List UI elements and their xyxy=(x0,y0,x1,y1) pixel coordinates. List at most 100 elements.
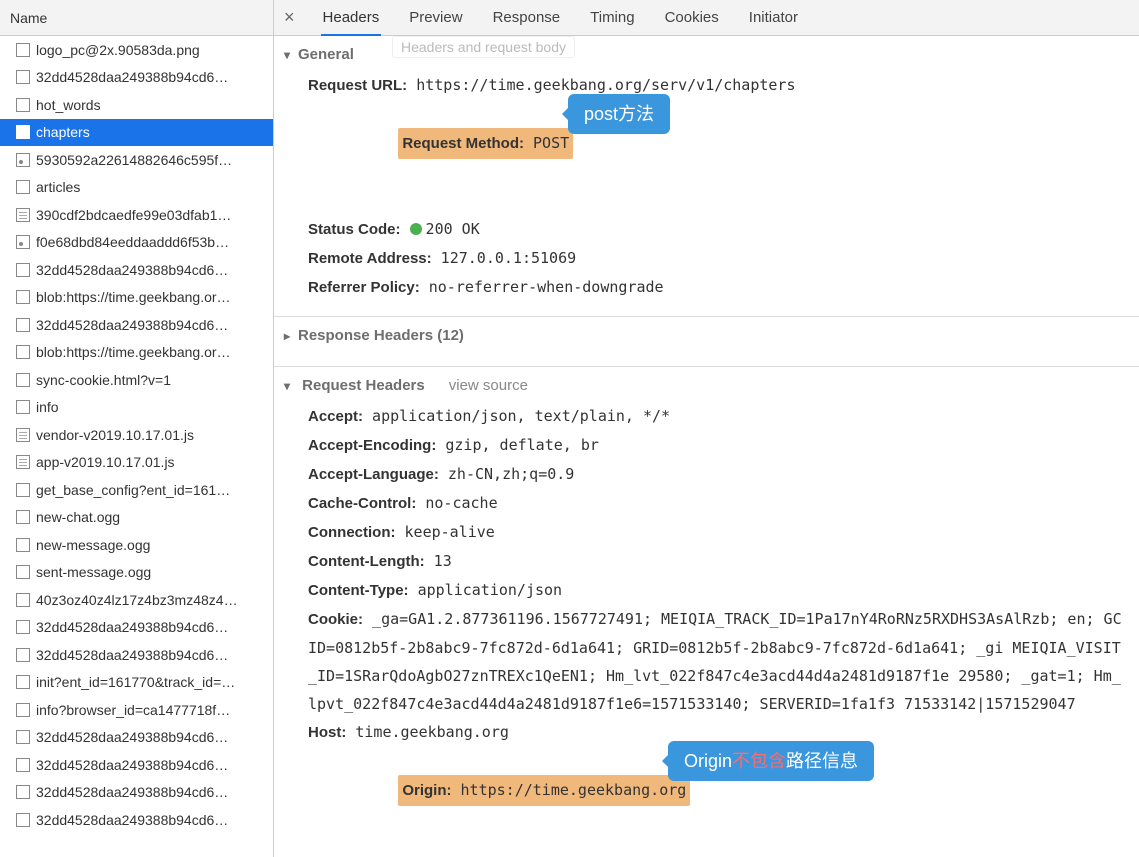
hdr-accept-encoding: Accept-Encoding: gzip, deflate, br xyxy=(308,431,1129,460)
request-row[interactable]: 40z3oz40z4lz17z4bz3mz48z4… xyxy=(0,586,273,614)
request-row[interactable]: blob:https://time.geekbang.or… xyxy=(0,339,273,367)
network-file-panel: Name logo_pc@2x.90583da.png 32dd4528daa24… xyxy=(0,0,274,857)
file-icon xyxy=(16,98,30,112)
response-headers-toggle[interactable]: Response Headers (12) xyxy=(284,327,1129,344)
file-icon xyxy=(16,538,30,552)
request-label: new-chat.ogg xyxy=(36,509,120,525)
remote-address: Remote Address: 127.0.0.1:51069 xyxy=(308,244,1129,273)
details-panel: × Headers Preview Response Timing Cookies Ini… xyxy=(274,0,1139,857)
request-row[interactable]: 32dd4528daa249388b94cd6… xyxy=(0,806,273,834)
request-row[interactable]: 390cdf2bdcaedfe99e03dfab1… xyxy=(0,201,273,229)
request-row[interactable]: new-chat.ogg xyxy=(0,504,273,532)
request-row[interactable]: app-v2019.10.17.01.js xyxy=(0,449,273,477)
request-row[interactable]: 32dd4528daa249388b94cd6… xyxy=(0,256,273,284)
request-row[interactable]: f0e68dbd84eeddaaddd6f53b… xyxy=(0,229,273,257)
callout-post: post方法 xyxy=(568,94,670,134)
request-label: blob:https://time.geekbang.or… xyxy=(36,289,231,305)
request-label: f0e68dbd84eeddaaddd6f53b… xyxy=(36,234,229,250)
name-column-header[interactable]: Name xyxy=(0,0,273,36)
hdr-content-type: Content-Type: application/json xyxy=(308,576,1129,605)
request-row[interactable]: 32dd4528daa249388b94cd6… xyxy=(0,779,273,807)
request-label: 32dd4528daa249388b94cd6… xyxy=(36,262,228,278)
referrer-policy: Referrer Policy: no-referrer-when-downgr… xyxy=(308,273,1129,302)
request-row[interactable]: get_base_config?ent_id=161… xyxy=(0,476,273,504)
request-label: 40z3oz40z4lz17z4bz3mz48z4… xyxy=(36,592,238,608)
request-label: blob:https://time.geekbang.or… xyxy=(36,344,231,360)
tab-timing[interactable]: Timing xyxy=(588,0,636,36)
headers-content[interactable]: General Request URL: https://time.geekba… xyxy=(274,36,1139,857)
file-icon xyxy=(16,125,30,139)
file-icon xyxy=(16,208,30,222)
request-label: 32dd4528daa249388b94cd6… xyxy=(36,69,228,85)
file-icon xyxy=(16,180,30,194)
request-row[interactable]: 32dd4528daa249388b94cd6… xyxy=(0,724,273,752)
request-headers-toggle[interactable]: Request Headersview source xyxy=(284,377,1129,394)
tab-headers[interactable]: Headers xyxy=(321,0,382,36)
tab-tooltip: Headers and request body xyxy=(392,36,575,58)
request-row[interactable]: sync-cookie.html?v=1 xyxy=(0,366,273,394)
file-icon xyxy=(16,675,30,689)
request-row[interactable]: info?browser_id=ca1477718f… xyxy=(0,696,273,724)
request-headers-section: Request Headersview source Accept: appli… xyxy=(274,367,1139,857)
request-label: app-v2019.10.17.01.js xyxy=(36,454,175,470)
tab-preview[interactable]: Preview xyxy=(407,0,464,36)
file-icon xyxy=(16,153,30,167)
tab-cookies[interactable]: Cookies xyxy=(663,0,721,36)
request-row[interactable]: 5930592a22614882646c595f… xyxy=(0,146,273,174)
request-label: 32dd4528daa249388b94cd6… xyxy=(36,812,228,828)
hdr-origin: Origin: https://time.geekbang.org Origin… xyxy=(308,747,1129,857)
request-label: 32dd4528daa249388b94cd6… xyxy=(36,757,228,773)
request-row[interactable]: init?ent_id=161770&track_id=… xyxy=(0,669,273,697)
file-icon xyxy=(16,648,30,662)
request-row[interactable]: logo_pc@2x.90583da.png xyxy=(0,36,273,64)
request-label: 32dd4528daa249388b94cd6… xyxy=(36,619,228,635)
request-row[interactable]: vendor-v2019.10.17.01.js xyxy=(0,421,273,449)
request-row[interactable]: sent-message.ogg xyxy=(0,559,273,587)
file-icon xyxy=(16,730,30,744)
file-icon xyxy=(16,43,30,57)
request-label: 32dd4528daa249388b94cd6… xyxy=(36,784,228,800)
request-row[interactable]: articles xyxy=(0,174,273,202)
request-label: sync-cookie.html?v=1 xyxy=(36,372,171,388)
tab-initiator[interactable]: Initiator xyxy=(747,0,800,36)
request-label: sent-message.ogg xyxy=(36,564,151,580)
file-icon xyxy=(16,483,30,497)
response-headers-section: Response Headers (12) xyxy=(274,317,1139,367)
request-row[interactable]: hot_words xyxy=(0,91,273,119)
request-label: 32dd4528daa249388b94cd6… xyxy=(36,647,228,663)
request-row[interactable]: 32dd4528daa249388b94cd6… xyxy=(0,641,273,669)
network-request-list[interactable]: logo_pc@2x.90583da.png 32dd4528daa249388b… xyxy=(0,36,273,857)
request-row[interactable]: 32dd4528daa249388b94cd6… xyxy=(0,311,273,339)
file-icon xyxy=(16,290,30,304)
file-icon xyxy=(16,455,30,469)
request-row[interactable]: info xyxy=(0,394,273,422)
status-code: Status Code: 200 OK xyxy=(308,215,1129,244)
request-url: Request URL: https://time.geekbang.org/s… xyxy=(308,71,1129,100)
request-row[interactable]: chapters xyxy=(0,119,273,147)
request-label: articles xyxy=(36,179,80,195)
tab-response[interactable]: Response xyxy=(491,0,563,36)
request-label: vendor-v2019.10.17.01.js xyxy=(36,427,194,443)
hdr-accept: Accept: application/json, text/plain, */… xyxy=(308,402,1129,431)
request-row[interactable]: 32dd4528daa249388b94cd6… xyxy=(0,614,273,642)
file-icon xyxy=(16,235,30,249)
file-icon xyxy=(16,565,30,579)
request-row[interactable]: new-message.ogg xyxy=(0,531,273,559)
file-icon xyxy=(16,813,30,827)
request-label: init?ent_id=161770&track_id=… xyxy=(36,674,235,690)
request-label: info?browser_id=ca1477718f… xyxy=(36,702,230,718)
view-source-link[interactable]: view source xyxy=(449,377,528,394)
file-icon xyxy=(16,593,30,607)
request-row[interactable]: blob:https://time.geekbang.or… xyxy=(0,284,273,312)
file-icon xyxy=(16,703,30,717)
request-label: 32dd4528daa249388b94cd6… xyxy=(36,317,228,333)
close-icon[interactable]: × xyxy=(280,7,299,28)
request-row[interactable]: 32dd4528daa249388b94cd6… xyxy=(0,64,273,92)
file-icon xyxy=(16,785,30,799)
file-icon xyxy=(16,70,30,84)
request-label: hot_words xyxy=(36,97,101,113)
request-row[interactable]: 32dd4528daa249388b94cd6… xyxy=(0,751,273,779)
file-icon xyxy=(16,758,30,772)
general-section: General Request URL: https://time.geekba… xyxy=(274,36,1139,317)
hdr-cache-control: Cache-Control: no-cache xyxy=(308,489,1129,518)
